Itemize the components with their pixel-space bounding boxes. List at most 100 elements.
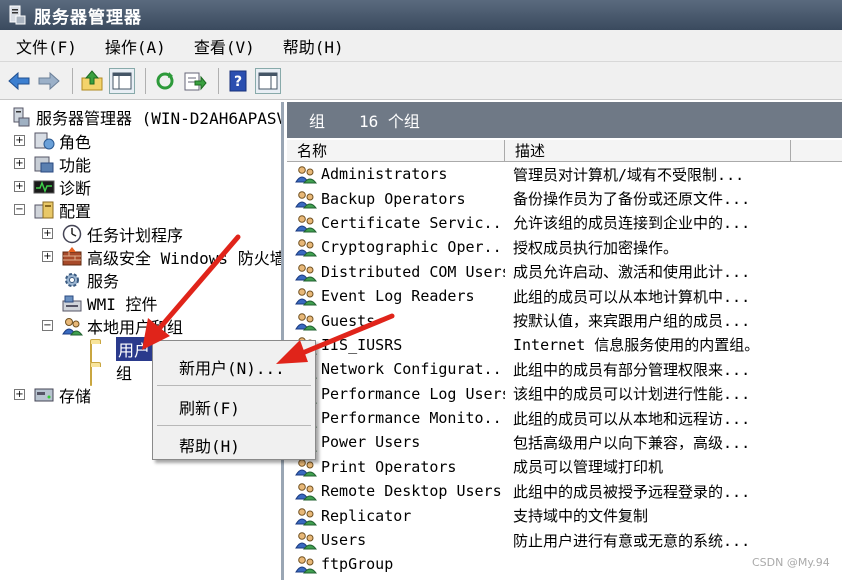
group-icon [295,554,318,574]
toolbar-separator [145,67,146,94]
group-name-cell: Performance Log Users [287,384,505,404]
tree-item-label: WMI 控件 [87,294,158,314]
details-pane: 组 16 个组 名称 描述 Administrators 管理员对计算机/域有不受… [287,102,842,580]
tree-item-label: 诊断 [59,178,92,198]
gear-icon [61,270,83,290]
group-description: 此组中的成员有部分管理权限来... [513,360,751,379]
collapse-icon[interactable]: − [42,320,53,331]
table-row[interactable]: Users 防止用户进行有意或无意的系统... [287,528,842,552]
expand-icon[interactable]: + [42,251,53,262]
tree-item-task-scheduler[interactable]: + 任务计划程序 [42,222,183,245]
table-row[interactable]: Replicator 支持域中的文件复制 [287,503,842,527]
watermark: CSDN @My.94 [752,556,830,569]
table-row[interactable]: Backup Operators 备份操作员为了备份或还原文件... [287,186,842,210]
expand-icon[interactable]: + [14,389,25,400]
tree-item-storage[interactable]: + 存储 [14,383,91,406]
table-row[interactable]: Event Log Readers 此组的成员可以从本地计算机中... [287,284,842,308]
menu-file[interactable]: 文件(F) [0,34,77,58]
tree-item-label: 组 [116,363,133,383]
menu-item-help[interactable]: 帮助(H) [179,433,240,457]
group-icon [295,237,318,257]
show-hide-tree-icon[interactable] [109,67,135,94]
tree-item-roles[interactable]: + 角色 [14,129,91,152]
users-icon [61,316,84,336]
tree-item-features[interactable]: + 功能 [14,152,91,175]
tree-item-groups[interactable]: 组 [90,360,133,386]
table-row[interactable]: Print Operators 成员可以管理域打印机 [287,455,842,479]
table-row[interactable]: Cryptographic Oper... 授权成员执行加密操作。 [287,235,842,259]
table-row[interactable]: Guests 按默认值，来宾跟用户组的成员... [287,308,842,332]
group-name-cell: Cryptographic Oper... [287,237,505,257]
menu-view[interactable]: 查看(V) [178,34,255,58]
group-name: ftpGroup [321,555,394,574]
group-name-cell: ftpGroup [287,554,505,574]
table-row[interactable]: Power Users 包括高级用户以向下兼容，高级... [287,430,842,454]
table-row[interactable]: IIS_IUSRS Internet 信息服务使用的内置组。 [287,333,842,357]
group-description: 该组中的成员可以计划进行性能... [513,385,751,404]
table-row[interactable]: Performance Monito... 此组的成员可以从本地和远程访... [287,406,842,430]
server-manager-icon [6,4,28,26]
tree-item-services[interactable]: 服务 [61,268,119,291]
help-icon[interactable]: ? [225,68,251,94]
expand-icon[interactable]: + [14,135,25,146]
toolbar-separator [72,67,73,94]
svg-text:?: ? [234,74,242,90]
table-row[interactable]: Network Configurat... 此组中的成员有部分管理权限来... [287,357,842,381]
column-header: 名称 描述 [287,140,842,162]
group-name-cell: Backup Operators [287,189,505,209]
refresh-icon[interactable] [152,68,178,94]
column-empty [791,140,842,162]
folder-icon [90,362,112,386]
title-bar: 服务器管理器 [0,0,842,30]
tree-root[interactable]: 服务器管理器 (WIN-D2AH6APASV [10,105,284,128]
back-arrow-icon[interactable] [6,68,32,94]
tree-root-label: 服务器管理器 (WIN-D2AH6APASV [36,108,284,128]
column-name[interactable]: 名称 [287,140,505,162]
tree-item-diagnostics[interactable]: + 诊断 [14,175,91,198]
expand-icon[interactable]: + [14,158,25,169]
group-name: Backup Operators [321,189,466,208]
group-name: Replicator [321,506,412,525]
collapse-icon[interactable]: − [14,204,25,215]
expand-icon[interactable]: + [14,181,25,192]
table-row[interactable]: Certificate Servic... 允许该组的成员连接到企业中的... [287,211,842,235]
table-row[interactable]: Performance Log Users 该组中的成员可以计划进行性能... [287,382,842,406]
table-row[interactable]: Remote Desktop Users 此组中的成员被授予远程登录的... [287,479,842,503]
menu-item-refresh[interactable]: 刷新(F) [179,395,240,419]
group-icon [295,189,318,209]
column-description[interactable]: 描述 [505,140,791,162]
up-folder-icon[interactable] [79,68,105,94]
group-name-cell: Administrators [287,164,505,184]
group-description: 授权成员执行加密操作。 [513,238,679,257]
group-icon [295,481,318,501]
tree-item-label: 高级安全 Windows 防火墙 [87,248,284,268]
group-name-cell: Power Users [287,432,505,452]
group-name-cell: Performance Monito... [287,408,505,428]
tree-item-wmi-control[interactable]: WMI 控件 [61,291,158,314]
tree-item-configuration[interactable]: − 配置 [14,198,91,221]
menu-item-new-user[interactable]: 新用户(N)... [179,355,285,379]
tree-item-label: 功能 [59,155,92,175]
table-row[interactable]: Administrators 管理员对计算机/域有不受限制... [287,162,842,186]
clock-icon [61,224,83,244]
group-description: 允许该组的成员连接到企业中的... [513,214,751,233]
context-menu: 新用户(N)... 刷新(F) 帮助(H) [152,340,316,460]
expand-icon[interactable]: + [42,228,53,239]
tree-item-firewall[interactable]: + 高级安全 Windows 防火墙 [42,245,284,268]
menu-help[interactable]: 帮助(H) [267,34,344,58]
menu-action[interactable]: 操作(A) [89,34,166,58]
forward-arrow-icon[interactable] [36,68,62,94]
group-description: 成员可以管理域打印机 [513,458,664,477]
tree-item-label: 本地用户和组 [87,317,184,337]
table-row[interactable]: Distributed COM Users 成员允许启动、激活和使用此计... [287,260,842,284]
action-pane-icon[interactable] [255,67,281,94]
export-list-icon[interactable] [182,68,208,94]
group-description: 按默认值，来宾跟用户组的成员... [513,312,751,331]
group-header: 组 16 个组 [287,102,842,138]
group-count: 16 个组 [359,112,420,131]
group-name: Cryptographic Oper... [321,238,505,257]
group-name: Distributed COM Users [321,262,505,281]
tree-item-users[interactable]: 用户 [90,336,153,363]
tree-item-local-users-groups[interactable]: − 本地用户和组 [42,314,183,337]
group-description: 成员允许启动、激活和使用此计... [513,263,751,282]
